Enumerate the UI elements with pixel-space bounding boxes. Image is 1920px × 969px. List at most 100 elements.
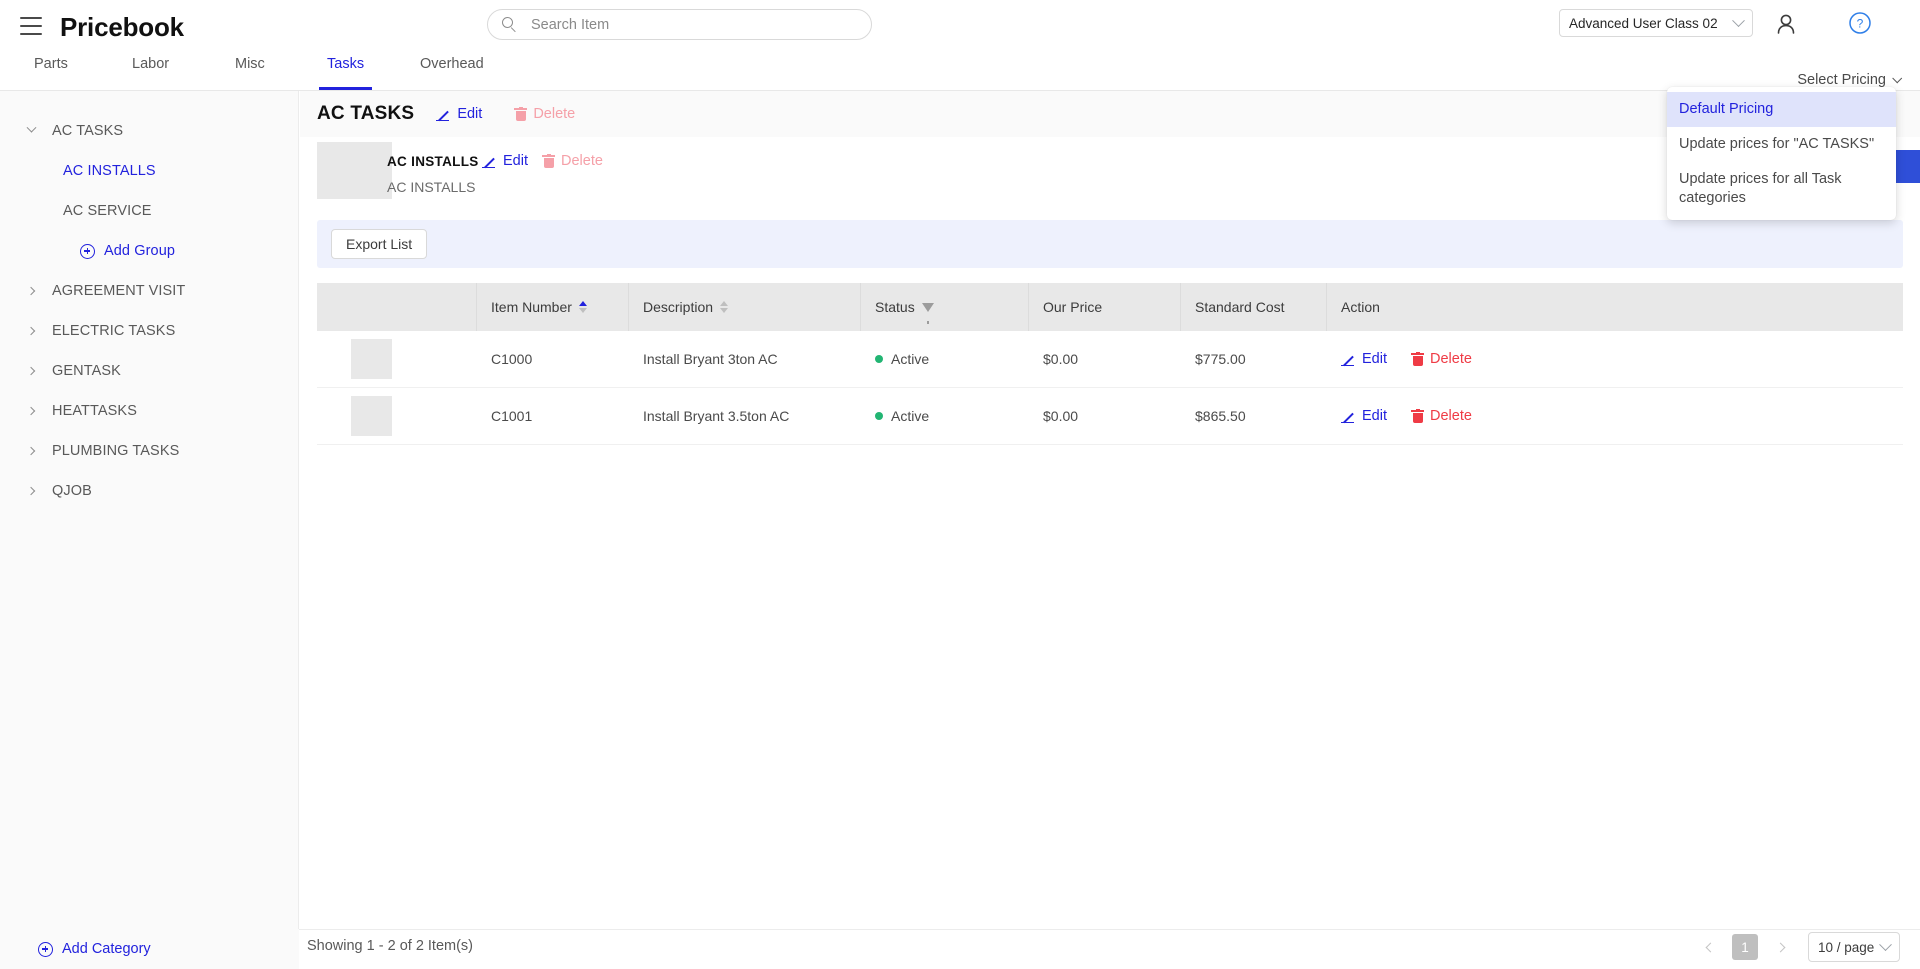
add-category-label: Add Category — [62, 941, 151, 957]
table-row[interactable]: C1000 Install Bryant 3ton AC Active $0.0… — [317, 331, 1903, 388]
add-category-button[interactable]: Add Category — [38, 941, 151, 957]
hamburger-icon[interactable] — [20, 17, 42, 35]
row-edit-label: Edit — [1362, 351, 1387, 367]
group-name: AC INSTALLS — [387, 154, 479, 169]
cell-description: Install Bryant 3ton AC — [643, 351, 778, 367]
sidebar-item-ac-service[interactable]: AC SERVICE — [0, 191, 299, 231]
page-size-label: 10 / page — [1818, 939, 1875, 955]
results-count: Showing 1 - 2 of 2 Item(s) — [307, 938, 474, 954]
svg-text:?: ? — [1857, 17, 1864, 31]
search-input[interactable] — [529, 15, 857, 34]
column-action: Action — [1327, 283, 1903, 331]
cell-description: Install Bryant 3.5ton AC — [643, 408, 790, 424]
pencil-icon — [482, 154, 497, 169]
cell-item-number: C1001 — [491, 408, 533, 424]
sort-icon[interactable] — [720, 301, 729, 313]
pagination-next-button[interactable] — [1767, 934, 1793, 960]
sidebar-item-gentask[interactable]: GENTASK — [0, 351, 299, 391]
sort-asc-icon[interactable] — [578, 301, 587, 313]
sidebar-item-label: AC TASKS — [52, 123, 124, 139]
select-pricing-dropdown[interactable]: Select Pricing — [1797, 72, 1903, 88]
cell-status: Active — [861, 331, 1029, 388]
trash-icon — [514, 106, 528, 122]
pagination-page-1[interactable]: 1 — [1732, 934, 1758, 960]
plus-circle-icon — [38, 941, 53, 957]
caret-right-icon — [26, 405, 42, 417]
table-header-row: Item Number Description Status Our Price… — [317, 283, 1903, 331]
row-delete-button[interactable]: Delete — [1411, 351, 1472, 367]
question-circle-icon[interactable]: ? — [1848, 11, 1872, 35]
tab-bar: Parts Labor Misc Tasks Overhead — [0, 56, 1920, 90]
sidebar-item-label: QJOB — [52, 483, 92, 499]
column-item-number[interactable]: Item Number — [477, 283, 629, 331]
row-delete-label: Delete — [1430, 408, 1472, 424]
sidebar-item-ac-tasks[interactable]: AC TASKS — [0, 111, 299, 151]
add-group-button[interactable]: Add Group — [0, 231, 299, 271]
sidebar-item-plumbing-tasks[interactable]: PLUMBING TASKS — [0, 431, 299, 471]
column-standard-cost: Standard Cost — [1181, 283, 1327, 331]
tab-parts[interactable]: Parts — [34, 56, 68, 90]
row-thumbnail-cell — [317, 388, 477, 445]
column-label: Our Price — [1043, 299, 1103, 315]
menu-item-default-pricing[interactable]: Default Pricing — [1667, 92, 1896, 127]
user-class-select[interactable]: Advanced User Class 02 — [1559, 9, 1753, 37]
sidebar-item-ac-installs[interactable]: AC INSTALLS — [0, 151, 299, 191]
column-status[interactable]: Status — [861, 283, 1029, 331]
filter-icon[interactable] — [921, 302, 934, 324]
items-table: Item Number Description Status Our Price… — [317, 283, 1903, 445]
tab-labor[interactable]: Labor — [132, 56, 169, 90]
group-delete-label: Delete — [561, 153, 603, 169]
chevron-down-icon — [1879, 937, 1892, 951]
sidebar-item-electric-tasks[interactable]: ELECTRIC TASKS — [0, 311, 299, 351]
caret-right-icon — [26, 445, 42, 457]
sidebar-footer: Add Category — [0, 929, 299, 969]
caret-right-icon — [26, 485, 42, 497]
export-list-button[interactable]: Export List — [331, 229, 428, 259]
category-delete-button[interactable]: Delete — [514, 106, 575, 122]
row-edit-button[interactable]: Edit — [1341, 351, 1387, 367]
category-delete-label: Delete — [533, 106, 576, 122]
table-row[interactable]: C1001 Install Bryant 3.5ton AC Active $0… — [317, 388, 1903, 445]
pencil-icon — [1341, 409, 1356, 424]
row-delete-label: Delete — [1430, 351, 1472, 367]
status-dot-icon — [875, 355, 883, 363]
category-edit-button[interactable]: Edit — [436, 106, 482, 122]
page-title: AC TASKS — [317, 103, 415, 124]
group-thumbnail — [317, 142, 392, 199]
sidebar-item-label: ELECTRIC TASKS — [52, 323, 176, 339]
column-description[interactable]: Description — [629, 283, 861, 331]
item-thumbnail — [351, 339, 392, 379]
sidebar-item-agreement-visit[interactable]: AGREEMENT VISIT — [0, 271, 299, 311]
row-edit-button[interactable]: Edit — [1341, 408, 1387, 424]
cell-our-price: $0.00 — [1043, 351, 1079, 367]
trash-icon — [1411, 351, 1424, 367]
sidebar-item-label: AGREEMENT VISIT — [52, 283, 186, 299]
pricing-dropdown-menu: Default Pricing Update prices for "AC TA… — [1667, 87, 1896, 221]
cell-our-price: $0.00 — [1043, 408, 1079, 424]
menu-item-update-prices-all[interactable]: Update prices for all Task categories — [1667, 162, 1896, 216]
tab-tasks[interactable]: Tasks — [318, 56, 373, 90]
column-thumbnail — [317, 283, 477, 331]
tab-overhead[interactable]: Overhead — [420, 56, 484, 90]
status-dot-icon — [875, 412, 883, 420]
item-thumbnail — [351, 396, 392, 436]
search-box[interactable] — [487, 9, 872, 40]
sidebar-item-heattasks[interactable]: HEATTASKS — [0, 391, 299, 431]
tab-misc[interactable]: Misc — [235, 56, 265, 90]
user-icon[interactable] — [1772, 10, 1800, 38]
caret-right-icon — [26, 325, 42, 337]
pagination-prev-button[interactable] — [1697, 934, 1723, 960]
caret-down-icon — [26, 122, 42, 137]
sidebar-item-qjob[interactable]: QJOB — [0, 471, 299, 511]
menu-item-update-prices-category[interactable]: Update prices for "AC TASKS" — [1667, 127, 1896, 162]
cell-status: Active — [861, 388, 1029, 445]
sidebar-item-label: AC INSTALLS — [63, 163, 156, 179]
group-edit-button[interactable]: Edit — [482, 153, 528, 169]
row-delete-button[interactable]: Delete — [1411, 408, 1472, 424]
chevron-down-icon — [1732, 13, 1745, 27]
category-tree: AC TASKS AC INSTALLS AC SERVICE Add Grou… — [0, 111, 299, 511]
group-delete-button[interactable]: Delete — [542, 153, 603, 169]
page-size-select[interactable]: 10 / page — [1808, 932, 1900, 962]
cell-standard-cost: $775.00 — [1195, 351, 1246, 367]
sidebar-item-label: PLUMBING TASKS — [52, 443, 180, 459]
